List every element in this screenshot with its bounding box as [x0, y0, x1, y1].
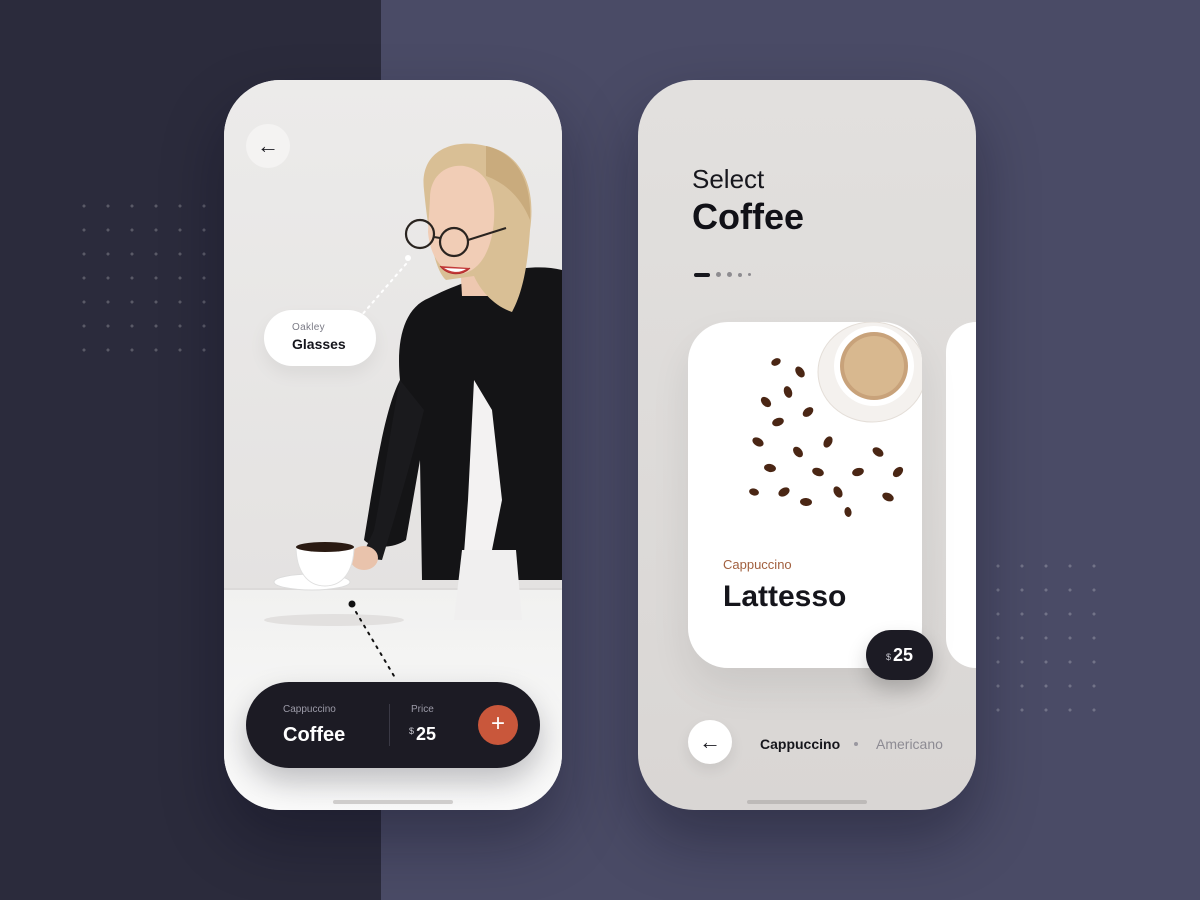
back-button[interactable]: ←: [246, 124, 290, 168]
plus-icon: +: [490, 710, 505, 737]
product-price: $25: [409, 724, 436, 745]
category-separator: [854, 742, 858, 746]
pager-dot[interactable]: [727, 272, 732, 277]
product-detail-screen: Oakley Glasses ← Cappuccino Coffee Price…: [224, 80, 562, 810]
pager-dot-active[interactable]: [694, 272, 710, 277]
price-value: 25: [892, 644, 914, 665]
arrow-left-icon: ←: [699, 729, 721, 754]
category-tab-americano[interactable]: Americano: [876, 736, 943, 752]
home-indicator: [333, 800, 453, 804]
pager-dot[interactable]: [738, 272, 742, 277]
heading-subtitle: Select: [692, 164, 765, 194]
price-badge: $25: [866, 630, 933, 680]
product-name: Coffee: [283, 724, 346, 746]
home-indicator: [747, 800, 867, 804]
add-to-cart-button[interactable]: +: [478, 705, 518, 745]
coffee-card[interactable]: Cappuccino Lattesso: [688, 322, 922, 668]
pager-dot[interactable]: [748, 273, 751, 276]
currency-symbol: $: [885, 652, 891, 662]
tag-brand: Oakley: [292, 322, 325, 333]
decorative-dot-grid: [986, 554, 1106, 722]
category-tab-cappuccino[interactable]: Cappuccino: [760, 736, 840, 752]
currency-symbol: $: [409, 726, 415, 736]
product-category: Cappuccino: [283, 704, 336, 715]
decorative-dot-grid: [72, 194, 216, 362]
carousel-pager: [694, 272, 751, 277]
card-title: Lattesso: [723, 580, 847, 613]
tag-product: Glasses: [292, 336, 346, 352]
back-button[interactable]: ←: [688, 720, 732, 764]
coffee-pointer-line: [348, 600, 395, 677]
bar-divider: [389, 704, 390, 746]
select-coffee-screen: Select Coffee Cappuccino Lattesso $ 25 ←…: [638, 80, 976, 810]
pager-dot[interactable]: [716, 272, 721, 277]
next-coffee-card[interactable]: [946, 322, 976, 668]
product-tag-glasses[interactable]: Oakley Glasses: [264, 310, 376, 366]
card-subtitle: Cappuccino: [723, 557, 792, 572]
page-title: Coffee: [692, 196, 805, 237]
coffee-beans-and-cup-image: [749, 322, 922, 517]
product-price-bar: Cappuccino Coffee Price $25 +: [246, 682, 540, 768]
price-label: Price: [411, 704, 434, 715]
price-value: 25: [416, 724, 437, 744]
arrow-left-icon: ←: [257, 133, 279, 158]
